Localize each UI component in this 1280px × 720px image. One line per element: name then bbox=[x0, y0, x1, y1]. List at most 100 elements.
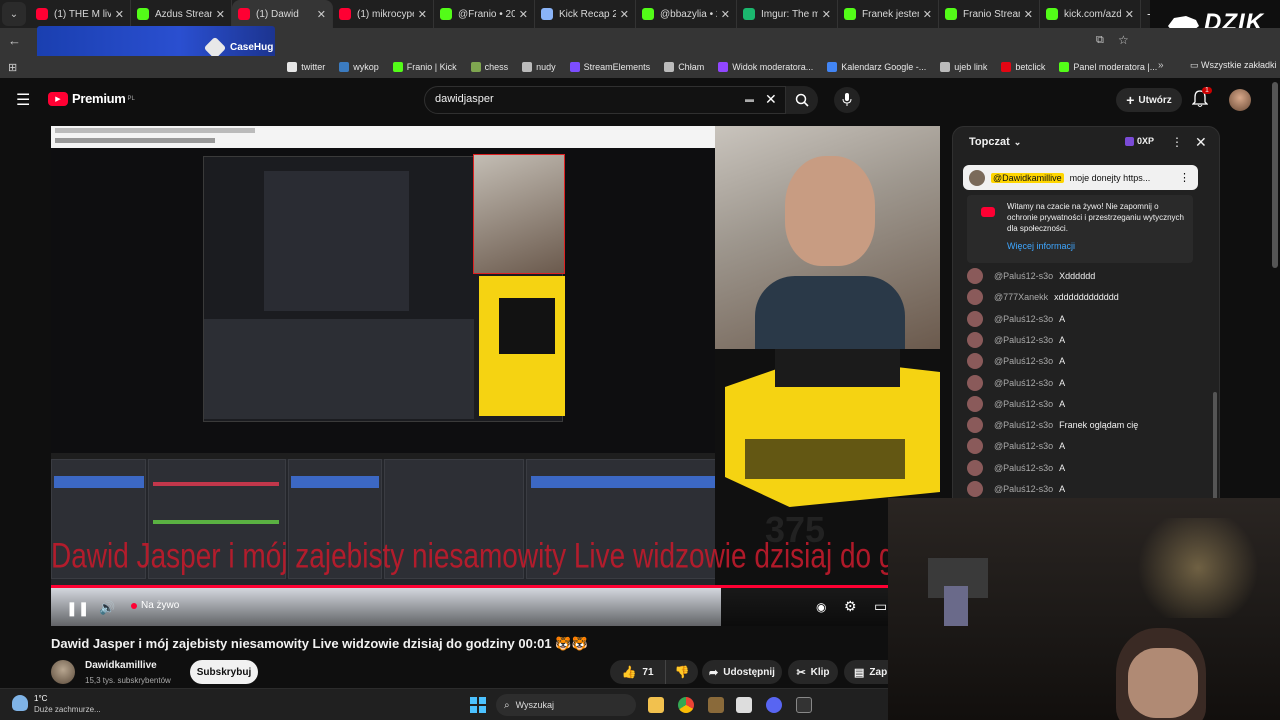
progress-bar[interactable] bbox=[51, 585, 940, 588]
dislike-button[interactable]: 👎 bbox=[666, 660, 698, 684]
chat-author[interactable]: @Paluś12-s3o bbox=[994, 463, 1053, 473]
bookmark-item[interactable]: Panel moderatora |... bbox=[1059, 62, 1157, 72]
close-tab-icon[interactable]: ✕ bbox=[317, 8, 326, 21]
voice-search-button[interactable] bbox=[834, 87, 860, 113]
search-input[interactable]: dawidjasper bbox=[435, 93, 494, 105]
chat-notice-link[interactable]: Więcej informacji bbox=[1007, 241, 1075, 251]
chrome-icon[interactable] bbox=[678, 697, 694, 713]
video-player[interactable]: 375 Dawid Jasper i mój zajebisty niesamo… bbox=[51, 126, 940, 626]
app-icon-4[interactable] bbox=[736, 697, 752, 713]
browser-tab[interactable]: Franek jestem ✕ bbox=[838, 0, 939, 28]
browser-tab[interactable]: (1) THE M live ✕ bbox=[30, 0, 131, 28]
discord-icon[interactable] bbox=[766, 697, 782, 713]
chat-author[interactable]: @Paluś12-s3o bbox=[994, 484, 1053, 494]
close-tab-icon[interactable]: ✕ bbox=[1125, 8, 1134, 21]
browser-tab[interactable]: Azdus Stream ✕ bbox=[131, 0, 232, 28]
bookmark-item[interactable]: Kalendarz Google -... bbox=[827, 62, 926, 72]
create-button[interactable]: + Utwórz bbox=[1116, 88, 1182, 112]
close-tab-icon[interactable]: ✕ bbox=[721, 8, 730, 21]
clip-button[interactable]: ✂ Klip bbox=[788, 660, 838, 684]
notifications-button[interactable]: 1 bbox=[1191, 87, 1212, 110]
terminal-icon[interactable] bbox=[796, 697, 812, 713]
chat-message[interactable]: @Paluś12-s3o A bbox=[967, 436, 1065, 456]
browser-tab[interactable]: Kick Recap 202 ✕ bbox=[535, 0, 636, 28]
browser-tab[interactable]: (1) Dawid ✕ bbox=[232, 0, 333, 28]
bookmark-item[interactable]: StreamElements bbox=[569, 62, 650, 72]
youtube-premium-logo[interactable]: ▶ Premium PL bbox=[48, 91, 135, 106]
miniplayer-icon[interactable]: ▭ bbox=[874, 598, 887, 615]
bookmark-item[interactable]: Widok moderatora... bbox=[718, 62, 813, 72]
autoplay-toggle-icon[interactable]: ◉ bbox=[816, 600, 826, 614]
bookmark-item[interactable]: chess bbox=[470, 62, 508, 72]
bookmark-item[interactable]: Chłam bbox=[664, 62, 704, 72]
chat-message[interactable]: @777Xanekk xdddddddddddd bbox=[967, 287, 1119, 307]
more-bookmarks-icon[interactable]: » bbox=[1158, 60, 1164, 71]
close-tab-icon[interactable]: ✕ bbox=[923, 8, 932, 21]
settings-gear-icon[interactable]: ⚙ bbox=[844, 598, 857, 615]
bookmark-item[interactable]: ujeb link bbox=[940, 62, 987, 72]
chat-mode-dropdown[interactable]: Topczat ⌄ bbox=[969, 136, 1021, 148]
chat-author[interactable]: @Paluś12-s3o bbox=[994, 314, 1053, 324]
browser-tab[interactable]: @Franio • 202 ✕ bbox=[434, 0, 535, 28]
bookmark-star-icon[interactable]: ☆ bbox=[1118, 33, 1129, 47]
bookmark-item[interactable]: wykop bbox=[339, 62, 379, 72]
channel-avatar[interactable] bbox=[51, 660, 75, 684]
save-button[interactable]: ▤ Zap bbox=[844, 660, 888, 684]
close-tab-icon[interactable]: ✕ bbox=[1024, 8, 1033, 21]
close-tab-icon[interactable]: ✕ bbox=[519, 8, 528, 21]
clear-search-icon[interactable]: ✕ bbox=[765, 91, 777, 108]
page-scrollbar[interactable] bbox=[1272, 82, 1278, 268]
pause-icon[interactable]: ❚❚ bbox=[66, 600, 89, 617]
chat-author[interactable]: @Paluś12-s3o bbox=[994, 271, 1053, 281]
chat-author[interactable]: @Paluś12-s3o bbox=[994, 335, 1053, 345]
chat-author[interactable]: @Paluś12-s3o bbox=[994, 378, 1053, 388]
volume-icon[interactable]: 🔊 bbox=[99, 600, 115, 616]
chat-points-badge[interactable]: 0XP bbox=[1125, 136, 1154, 146]
close-tab-icon[interactable]: ✕ bbox=[418, 8, 427, 21]
chat-message[interactable]: @Paluś12-s3o A bbox=[967, 309, 1065, 329]
browser-tab[interactable]: @bbazylia • 20 ✕ bbox=[636, 0, 737, 28]
close-tab-icon[interactable]: ✕ bbox=[620, 8, 629, 21]
close-tab-icon[interactable]: ✕ bbox=[216, 8, 225, 21]
apps-grid-icon[interactable]: ⊞ bbox=[8, 61, 17, 74]
browser-tab[interactable]: (1) mikrocypek ✕ bbox=[333, 0, 434, 28]
chat-author[interactable]: @Paluś12-s3o bbox=[994, 399, 1053, 409]
app-icon-3[interactable] bbox=[708, 697, 724, 713]
all-bookmarks-folder[interactable]: ▭ Wszystkie zakładki bbox=[1190, 60, 1277, 71]
chat-author[interactable]: @777Xanekk bbox=[994, 292, 1048, 302]
chat-message[interactable]: @Paluś12-s3o Xdddddd bbox=[967, 266, 1095, 286]
chat-author[interactable]: @Paluś12-s3o bbox=[994, 420, 1053, 430]
pinned-more-icon[interactable]: ⋮ bbox=[1179, 171, 1190, 184]
subscribe-button[interactable]: Subskrybuj bbox=[190, 660, 258, 684]
keyboard-icon[interactable]: ▬ bbox=[745, 94, 754, 104]
browser-tab[interactable]: Franio Stream ✕ bbox=[939, 0, 1040, 28]
chat-message[interactable]: @Paluś12-s3o A bbox=[967, 373, 1065, 393]
chat-message[interactable]: @Paluś12-s3o A bbox=[967, 458, 1065, 478]
back-arrow-icon[interactable]: ← bbox=[8, 33, 21, 48]
account-avatar[interactable] bbox=[1229, 89, 1251, 111]
bookmark-item[interactable]: betclick bbox=[1001, 62, 1045, 72]
chat-author[interactable]: @Paluś12-s3o bbox=[994, 441, 1053, 451]
live-indicator[interactable]: Na żywo bbox=[131, 600, 179, 611]
bookmark-item[interactable]: twitter bbox=[287, 62, 325, 72]
search-input-container[interactable]: dawidjasper ▬ ✕ bbox=[424, 86, 786, 114]
chat-scrollbar[interactable] bbox=[1213, 392, 1217, 499]
bookmark-item[interactable]: nudy bbox=[522, 62, 556, 72]
chat-message[interactable]: @Paluś12-s3o A bbox=[967, 330, 1065, 350]
file-explorer-icon[interactable] bbox=[648, 697, 664, 713]
search-button[interactable] bbox=[786, 86, 818, 114]
bookmark-item[interactable]: Franio | Kick bbox=[392, 62, 457, 72]
hamburger-menu-icon[interactable]: ☰ bbox=[16, 90, 30, 110]
tab-search-chevron-icon[interactable]: ⌄ bbox=[2, 2, 26, 26]
like-button[interactable]: 👍 71 bbox=[610, 660, 666, 684]
close-tab-icon[interactable]: ✕ bbox=[115, 8, 124, 21]
share-button[interactable]: ➦ Udostępnij bbox=[702, 660, 782, 684]
windows-start-icon[interactable] bbox=[470, 697, 486, 713]
browser-tab[interactable]: kick.com/azdu ✕ bbox=[1040, 0, 1141, 28]
taskbar-search[interactable]: ⌕ Wyszukaj bbox=[496, 694, 636, 716]
browser-tab[interactable]: Imgur: The ma ✕ bbox=[737, 0, 838, 28]
pinned-message[interactable]: @Dawidkamillive moje donejty https... ⋮ bbox=[963, 165, 1198, 190]
install-app-icon[interactable]: ⧉ bbox=[1096, 34, 1104, 47]
close-tab-icon[interactable]: ✕ bbox=[822, 8, 831, 21]
chat-more-options-icon[interactable]: ⋮ bbox=[1171, 135, 1183, 149]
